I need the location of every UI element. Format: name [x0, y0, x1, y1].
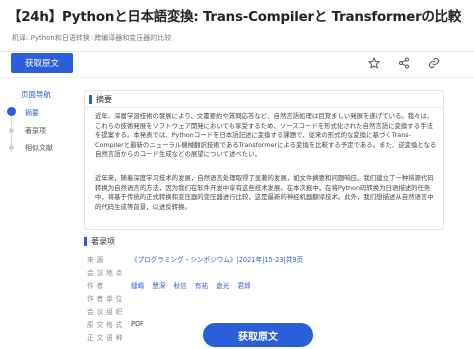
abstract-japanese: 近年、深層学習技術の發展により、文書要約や質問応答など、自然言語処理は目覚ましい…: [95, 112, 437, 158]
author-link[interactable]: 縫嶋: [131, 282, 144, 290]
meta-key: 原文格式: [87, 320, 126, 329]
abstract-heading: 摘要: [96, 94, 112, 104]
author-link[interactable]: 有祐: [195, 282, 208, 290]
nav-item-abstract[interactable]: 摘要: [25, 108, 39, 118]
action-icons: [367, 56, 441, 70]
author-link[interactable]: 君郎: [237, 282, 250, 290]
meta-header: 著录项: [84, 236, 115, 247]
toolbar-divider: [0, 77, 474, 78]
abstract-chinese: 近年来，随着深度学习技术的发展，自然语言处理取得了显著的发展，如文件摘要和问题响…: [95, 174, 434, 211]
meta-value: PDF: [131, 319, 144, 328]
keyword-link[interactable]: Python和日语转换: [31, 34, 90, 42]
nav-item-similar[interactable]: 相似文献: [25, 143, 53, 153]
meta-key: 会议组织: [87, 307, 126, 316]
nav-dot: [9, 128, 14, 133]
meta-row-format: 原文格式 PDF: [87, 317, 144, 330]
source-link[interactable]: 《プログラミング・シンポジウム》|2021年|15-23|共9页: [131, 254, 303, 264]
nav-dot: [9, 145, 14, 150]
fetch-original-floating-button[interactable]: 获取原文: [203, 323, 313, 347]
keywords-label: 机译:: [12, 34, 29, 42]
section-marker: [84, 237, 87, 246]
nav-title: 页面导航: [21, 90, 51, 99]
meta-row-affiliation: 作者单位: [87, 291, 131, 304]
link-icon[interactable]: [427, 56, 441, 70]
abstract-header: 摘要: [85, 91, 443, 108]
meta-row-organizer: 会议组织: [87, 304, 131, 317]
page-title: 【24h】Pythonと日本語変換: Trans-Compilerと Trans…: [8, 10, 462, 25]
nav-active-dot: [7, 107, 16, 116]
abstract-section: 摘要 近年、深層学習技術の發展により、文書要約や質問応答など、自然言語処理は目覚…: [84, 90, 444, 230]
share-icon[interactable]: [397, 56, 411, 70]
nav-item-bibliography[interactable]: 著录项: [25, 126, 46, 136]
header-divider: [0, 51, 474, 52]
meta-key: 作者单位: [87, 294, 126, 303]
meta-key: 会议地点: [87, 268, 126, 277]
author-link[interactable]: 秋信: [174, 282, 187, 290]
keyword-separator: :: [90, 34, 94, 42]
meta-row-language: 正文语种: [87, 330, 131, 343]
meta-key: 正文语种: [87, 333, 126, 342]
star-icon[interactable]: [367, 56, 381, 70]
section-marker: [89, 94, 92, 104]
meta-row-source: 来源 《プログラミング・シンポジウム》|2021年|15-23|共9页: [87, 252, 303, 265]
meta-key: 作者: [87, 281, 107, 290]
meta-key: 来源: [87, 255, 107, 264]
meta-row-authors: 作者 縫嶋 慧深 秋信 有祐 倉光 君郎: [87, 278, 257, 291]
author-link[interactable]: 倉光: [216, 282, 229, 290]
keyword-link[interactable]: 跨编译器和变压器的比较: [94, 34, 171, 42]
keywords: 机译: Python和日语转换:跨编译器和变压器的比较: [12, 33, 171, 43]
author-link[interactable]: 慧深: [152, 282, 165, 290]
fetch-original-button[interactable]: 获取原文: [11, 53, 73, 73]
meta-row-venue: 会议地点: [87, 265, 131, 278]
meta-heading: 著录项: [91, 237, 115, 246]
author-list: 縫嶋 慧深 秋信 有祐 倉光 君郎: [131, 280, 257, 290]
